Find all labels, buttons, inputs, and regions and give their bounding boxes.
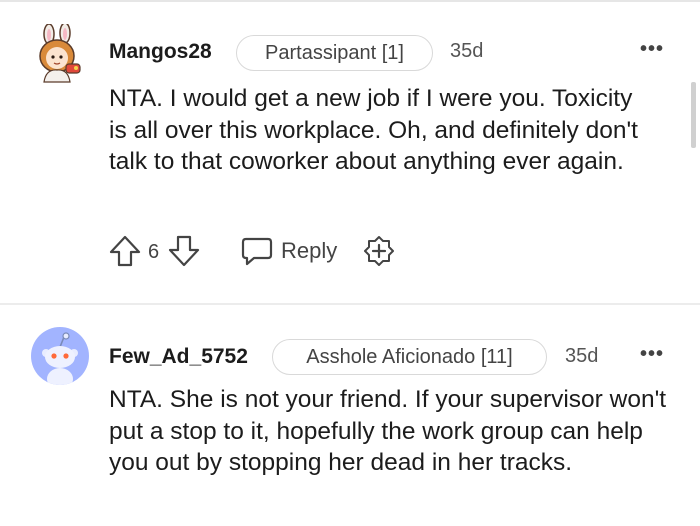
comment-divider [0,303,700,305]
comment-body: NTA. I would get a new job if I were you… [109,85,638,175]
downvote-button[interactable] [167,234,201,268]
more-options-icon[interactable]: ••• [640,38,664,61]
vote-count: 6 [148,241,160,263]
comment-thread: Mangos28 Partassipant [1] 35d ••• NTA. I… [0,0,700,526]
upvote-button[interactable] [108,234,142,268]
add-award-icon [364,236,394,266]
username[interactable]: Mangos28 [109,40,212,64]
comment-age: 35d [450,40,484,62]
comment-bubble-icon [241,237,273,266]
top-divider [0,0,700,2]
username[interactable]: Few_Ad_5752 [109,345,248,369]
upvote-icon [109,235,141,267]
user-flair: Partassipant [1] [236,35,433,71]
reply-button[interactable]: Reply [240,234,346,268]
comment-body: NTA. She is not your friend. If your sup… [109,386,667,476]
snoo-avatar-icon[interactable] [31,327,89,385]
award-button[interactable] [362,234,396,268]
reply-label: Reply [281,238,338,263]
user-flair: Asshole Aficionado [11] [272,339,547,375]
bunny-avatar-icon[interactable] [32,24,88,84]
comment-age: 35d [565,345,599,367]
downvote-icon [168,235,200,267]
more-options-icon[interactable]: ••• [640,343,664,366]
scrollbar[interactable] [691,82,696,148]
